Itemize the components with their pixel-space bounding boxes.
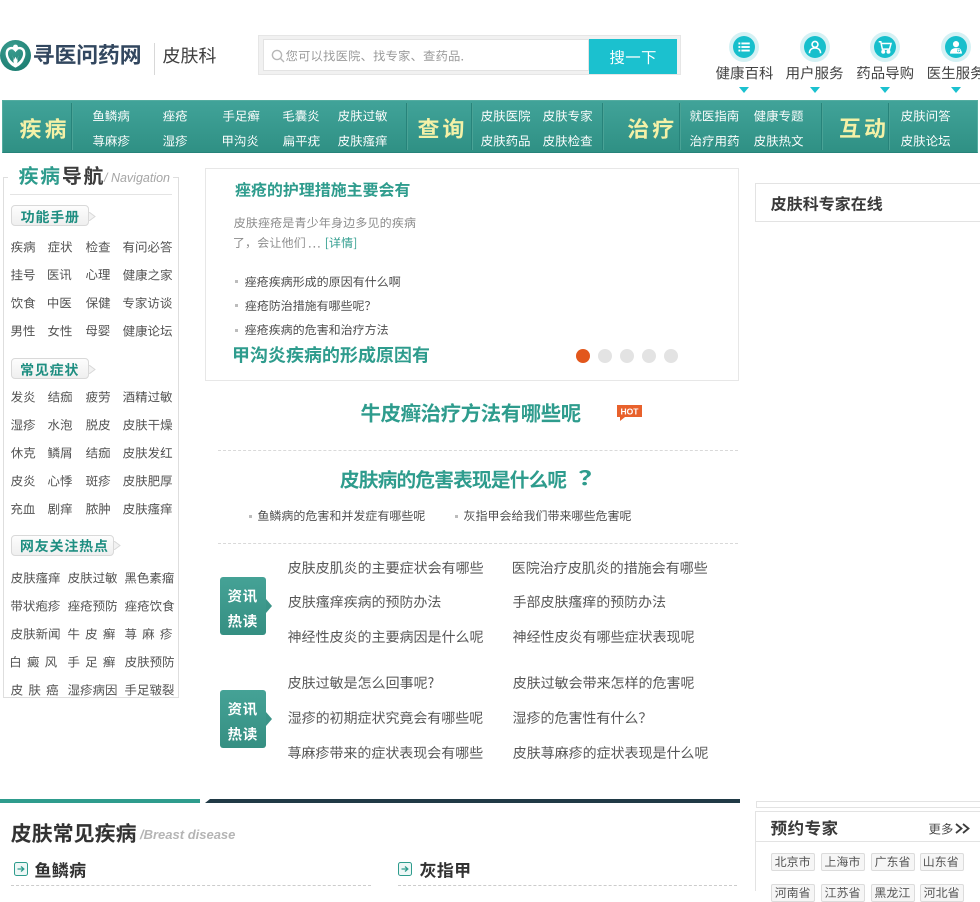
svg-text:HOT: HOT — [621, 406, 640, 416]
